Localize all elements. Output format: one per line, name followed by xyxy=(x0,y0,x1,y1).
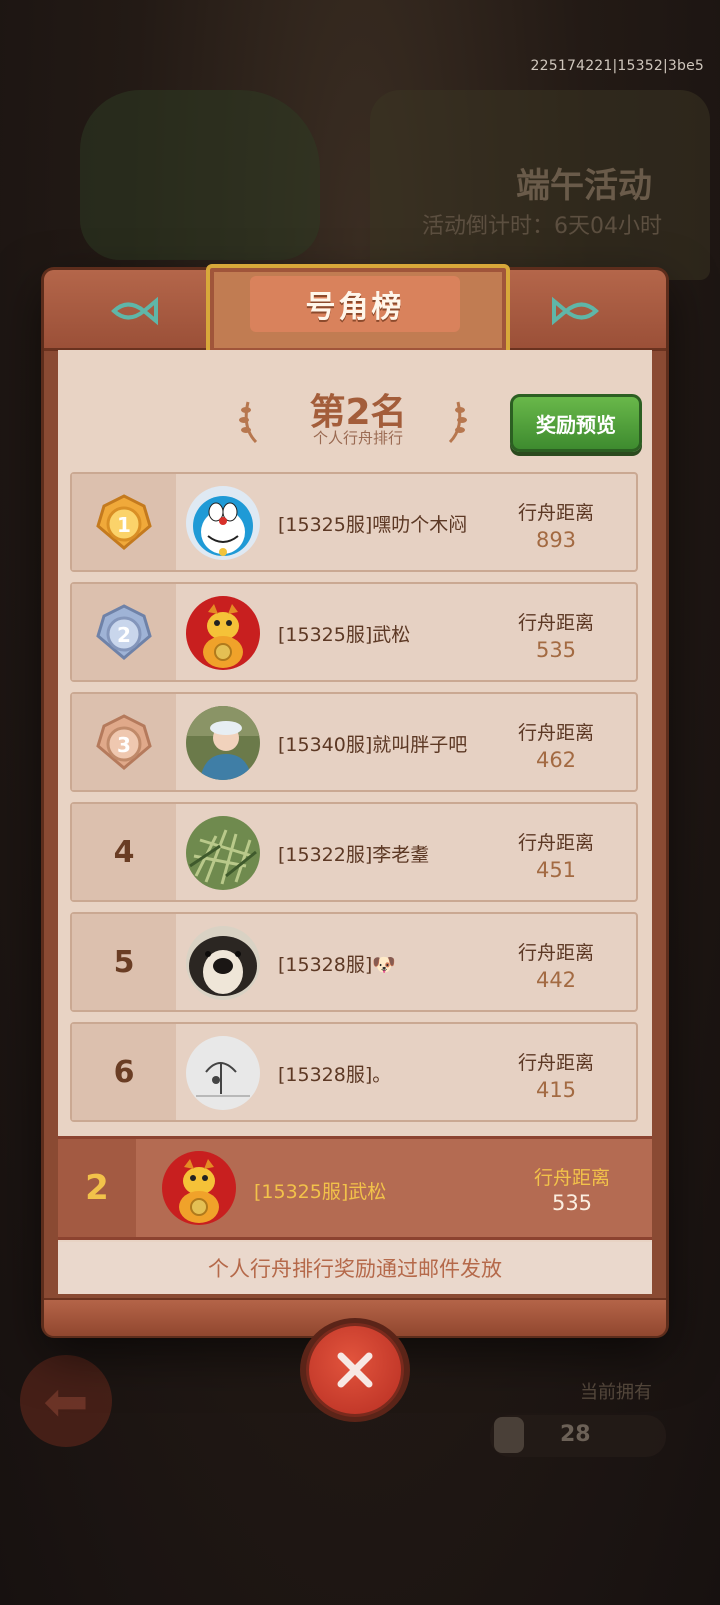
sketch-avatar xyxy=(186,1036,260,1110)
my-distance-value: 535 xyxy=(551,1191,593,1215)
laurel-right-icon xyxy=(448,401,467,444)
rank-cell: 5 xyxy=(72,914,176,1010)
rank-number: 4 xyxy=(113,834,135,870)
distance-value: 415 xyxy=(535,1078,577,1102)
mail-reward-note: 个人行舟排行奖励通过邮件发放 xyxy=(58,1242,652,1294)
player-name: [15328服]。 xyxy=(278,1064,392,1086)
distance-value: 893 xyxy=(535,528,577,552)
dragon-avatar xyxy=(186,596,260,670)
fish-icon xyxy=(111,296,158,326)
player-name: [15322服]李老耋 xyxy=(278,844,430,866)
svg-text:1: 1 xyxy=(117,513,131,537)
event-title: 端午活动 xyxy=(516,166,652,206)
distance-value: 535 xyxy=(535,638,577,662)
rank-number: 5 xyxy=(113,944,135,980)
owned-count: 28 xyxy=(560,1422,591,1447)
plant-avatar xyxy=(186,816,260,890)
distance-value: 462 xyxy=(535,748,577,772)
rank-cell: 6 xyxy=(72,1024,176,1120)
close-button-face[interactable] xyxy=(306,1323,404,1417)
rank-cell: 3 xyxy=(72,694,176,790)
leaderboard-row: 6 [15328服]。 行舟距离 415 xyxy=(70,1022,638,1122)
distance-label: 行舟距离 xyxy=(517,502,594,524)
dragon-avatar xyxy=(162,1151,236,1225)
player-name: [15328服]🐶 xyxy=(278,954,396,976)
leaderboard-row: 2 [15325服]武松 行舟距离 535 xyxy=(70,582,638,682)
distance-label: 行舟距离 xyxy=(517,832,594,854)
distance-label: 行舟距离 xyxy=(517,612,594,634)
leaderboard-row: 4 [15322服]李老耋 行舟距离 451 xyxy=(70,802,638,902)
back-button[interactable]: ⬅ xyxy=(20,1355,112,1447)
panel-title: 号角榜 xyxy=(250,276,460,332)
rank-number: 6 xyxy=(113,1054,135,1090)
distance-label: 行舟距离 xyxy=(517,1052,594,1074)
laurel-left-icon xyxy=(239,401,258,444)
background-boat-decoration xyxy=(80,90,320,260)
my-rank-subtitle: 个人行舟排行 xyxy=(312,429,403,447)
player-name: [15340服]就叫胖子吧 xyxy=(278,734,468,756)
fish-icon xyxy=(552,296,599,326)
doraemon-avatar xyxy=(186,486,260,560)
rank-cell: 1 xyxy=(72,474,176,570)
player-name: [15325服]嘿叻个木闷 xyxy=(278,514,468,536)
distance-label: 行舟距离 xyxy=(517,722,594,744)
silver-medal-icon: 2 xyxy=(96,604,152,660)
owned-label: 当前拥有 xyxy=(580,1382,652,1403)
event-countdown: 活动倒计时：6天04小时 xyxy=(422,214,662,239)
leaderboard-row: 1 [15325服]嘿叻个木闷 行舟距离 893 xyxy=(70,472,638,572)
reward-preview-button[interactable]: 奖励预览 xyxy=(510,394,642,452)
my-rank-number: 2 xyxy=(58,1139,136,1237)
distance-value: 451 xyxy=(535,858,577,882)
dog-avatar xyxy=(186,926,260,1000)
close-icon xyxy=(337,1352,373,1388)
my-ranking-row: 2 [15325服]武松 行舟距离 535 xyxy=(58,1136,652,1240)
rank-cell: 2 xyxy=(72,584,176,680)
svg-text:2: 2 xyxy=(117,623,131,647)
leaderboard-row: 5 [15328服]🐶 行舟距离 442 xyxy=(70,912,638,1012)
bronze-medal-icon: 3 xyxy=(96,714,152,770)
close-button[interactable] xyxy=(300,1318,410,1422)
session-id: 225174221|15352|3be5 xyxy=(530,58,704,74)
rank-cell: 4 xyxy=(72,804,176,900)
leaderboard-row: 3 [15340服]就叫胖子吧 行舟距离 462 xyxy=(70,692,638,792)
item-icon xyxy=(494,1417,524,1453)
gold-medal-icon: 1 xyxy=(96,494,152,550)
svg-text:3: 3 xyxy=(117,733,131,757)
distance-value: 442 xyxy=(535,968,577,992)
back-arrow-icon: ⬅ xyxy=(43,1369,89,1433)
distance-label: 行舟距离 xyxy=(517,942,594,964)
my-player-name: [15325服]武松 xyxy=(254,1181,387,1203)
my-distance-label: 行舟距离 xyxy=(533,1167,610,1189)
player-name: [15325服]武松 xyxy=(278,624,411,646)
child-photo-avatar xyxy=(186,706,260,780)
